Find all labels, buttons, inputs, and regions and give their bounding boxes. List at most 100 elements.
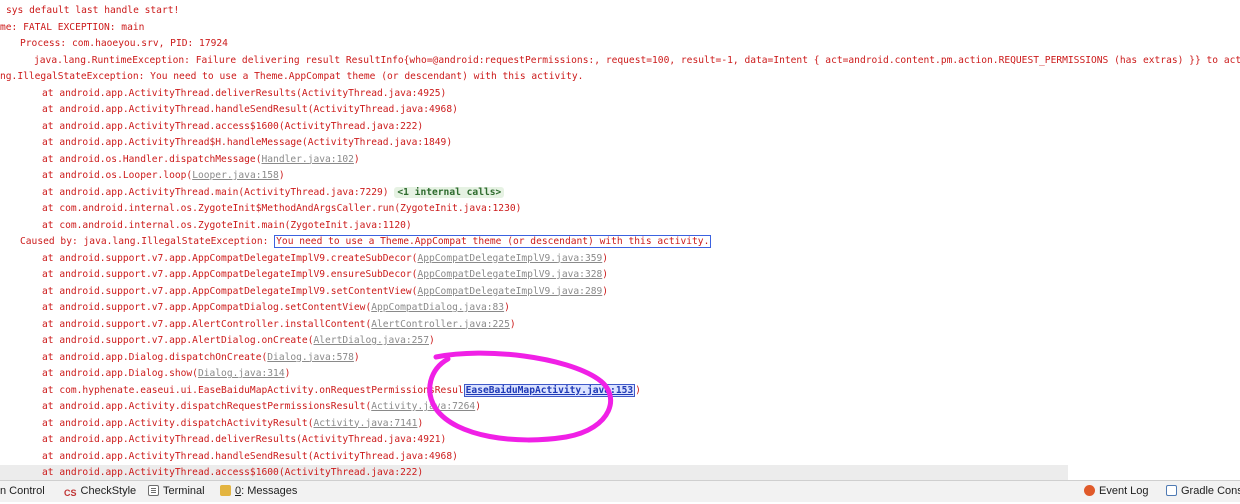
console-line: at android.app.ActivityThread.deliverRes… <box>0 86 446 102</box>
source-link[interactable]: AppCompatDelegateImplV9.java:328 <box>417 269 602 280</box>
console-line: at android.support.v7.app.AlertControlle… <box>0 317 516 333</box>
console-line: at android.app.ActivityThread.main(Activ… <box>0 185 505 201</box>
console-text: ) <box>635 384 641 396</box>
console-text: ) <box>353 153 360 165</box>
console-text: at com.hyphenate.easeui.ui.EaseBaiduMapA… <box>42 384 464 396</box>
console-text: at android.app.ActivityThread.deliverRes… <box>42 434 447 445</box>
console-text: at android.app.Dialog.dispatchOnCreate( <box>42 351 268 363</box>
tool-window-bar: n Control CS CheckStyle Terminal 0: Messa… <box>0 480 1240 502</box>
console-line: java.lang.RuntimeException: Failure deli… <box>0 53 1240 69</box>
console-line: at android.support.v7.app.AppCompatDeleg… <box>0 267 608 283</box>
console-text: Caused by: java.lang.IllegalStateExcepti… <box>20 236 275 247</box>
console-line: at android.support.v7.app.AppCompatDeleg… <box>0 251 608 267</box>
console-text: ) <box>602 252 609 264</box>
checkstyle-icon: CS <box>64 488 77 498</box>
console-line: at com.android.internal.os.ZygoteInit.ma… <box>0 218 412 234</box>
source-link[interactable]: AlertController.java:225 <box>371 319 510 330</box>
console-text: at android.support.v7.app.AppCompatDialo… <box>42 302 372 313</box>
console-text: at android.app.Activity.dispatchRequestP… <box>42 401 372 412</box>
source-link[interactable]: Activity.java:7264 <box>371 401 475 412</box>
console-line: at android.support.v7.app.AppCompatDialo… <box>0 300 510 316</box>
source-link[interactable]: Looper.java:158 <box>192 170 279 181</box>
console-text: at android.support.v7.app.AlertDialog.on… <box>42 335 314 346</box>
console-text: java.lang.RuntimeException: Failure deli… <box>34 54 1240 66</box>
tool-tab-messages[interactable]: 0: Messages <box>220 481 297 502</box>
gradle-console-icon <box>1166 485 1177 496</box>
console-text: Process: com.haoeyou.srv, PID: 17924 <box>20 38 228 49</box>
messages-icon <box>220 485 231 496</box>
console-line: at android.app.ActivityThread.deliverRes… <box>0 432 446 448</box>
run-console-output[interactable]: sys default last handle start! me: FATAL … <box>0 0 1240 480</box>
console-text: ) <box>602 269 609 280</box>
console-line: me: FATAL EXCEPTION: main <box>0 20 144 36</box>
console-text: at android.support.v7.app.AlertControlle… <box>42 318 372 330</box>
tool-tab-label: Terminal <box>163 485 205 497</box>
console-text: me: FATAL EXCEPTION: main <box>0 21 145 33</box>
console-line: at android.app.ActivityThread.handleSend… <box>0 449 458 465</box>
console-line: Process: com.haoeyou.srv, PID: 17924 <box>0 36 228 52</box>
console-line: at android.app.Dialog.dispatchOnCreate(D… <box>0 350 360 366</box>
console-line: at com.hyphenate.easeui.ui.EaseBaiduMapA… <box>0 383 641 399</box>
console-text: at android.os.Handler.dispatchMessage( <box>42 153 262 165</box>
console-text: ) <box>278 170 285 181</box>
source-link[interactable]: Dialog.java:314 <box>198 368 285 379</box>
console-text: at android.app.ActivityThread.access$160… <box>42 120 424 132</box>
source-link[interactable]: AppCompatDialog.java:83 <box>371 302 504 313</box>
source-link[interactable]: Activity.java:7141 <box>313 418 417 429</box>
console-text: at android.app.Activity.dispatchActivity… <box>42 417 314 429</box>
tool-tab-event-log[interactable]: Event Log <box>1084 481 1149 502</box>
console-text: at android.app.ActivityThread$H.handleMe… <box>42 137 453 148</box>
console-text: ) <box>475 401 481 412</box>
console-text: at android.app.ActivityThread.deliverRes… <box>42 87 447 99</box>
tool-tab-label: Event Log <box>1099 485 1149 497</box>
tool-tab-label: n Control <box>0 485 45 497</box>
console-text: at android.app.Dialog.show( <box>42 368 198 379</box>
console-line: at android.app.ActivityThread.handleSend… <box>0 102 458 118</box>
console-text: ) <box>602 285 609 297</box>
console-text: at android.app.ActivityThread.handleSend… <box>42 104 458 115</box>
tool-tab-label: Messages <box>247 485 298 497</box>
console-text: at android.app.ActivityThread.handleSend… <box>42 450 458 462</box>
console-line: at com.android.internal.os.ZygoteInit$Me… <box>0 201 521 217</box>
console-line: at android.app.ActivityThread.access$160… <box>0 465 1068 480</box>
source-link[interactable]: Handler.java:102 <box>262 154 354 165</box>
tool-tab-version-control[interactable]: n Control <box>0 481 45 502</box>
console-text: at android.app.ActivityThread.access$160… <box>42 467 424 478</box>
console-text: ) <box>417 417 424 429</box>
console-line: Caused by: java.lang.IllegalStateExcepti… <box>0 234 712 250</box>
console-text: ) <box>509 318 516 330</box>
console-text: ) <box>429 335 435 346</box>
console-line: sys default last handle start! <box>0 3 179 19</box>
console-text: at com.android.internal.os.ZygoteInit.ma… <box>42 219 412 231</box>
console-text: sys default last handle start! <box>6 5 180 16</box>
console-line: at android.app.ActivityThread$H.handleMe… <box>0 135 452 151</box>
source-link[interactable]: Dialog.java:578 <box>267 352 354 363</box>
console-text: ) <box>353 351 360 363</box>
console-line: ng.IllegalStateException: You need to us… <box>0 69 583 85</box>
console-text: at android.support.v7.app.AppCompatDeleg… <box>42 285 418 297</box>
console-text: ) <box>284 368 291 379</box>
console-line: at android.app.Dialog.show(Dialog.java:3… <box>0 366 290 382</box>
tool-tab-checkstyle[interactable]: CS CheckStyle <box>64 481 136 502</box>
tool-tab-label: CheckStyle <box>80 485 137 497</box>
console-text: ng.IllegalStateException: You need to us… <box>0 71 584 82</box>
tool-tab-gradle-console[interactable]: Gradle Conso <box>1166 481 1240 502</box>
source-link[interactable]: AppCompatDelegateImplV9.java:289 <box>417 286 602 297</box>
folded-frames-toggle[interactable]: <1 internal calls> <box>394 186 505 198</box>
console-line: at android.app.ActivityThread.access$160… <box>0 119 423 135</box>
console-line: at android.os.Looper.loop(Looper.java:15… <box>0 168 285 184</box>
source-link[interactable]: AppCompatDelegateImplV9.java:359 <box>417 253 602 264</box>
console-text: ) <box>504 302 510 313</box>
console-text: at android.support.v7.app.AppCompatDeleg… <box>42 269 418 280</box>
console-text: at android.os.Looper.loop( <box>42 170 193 181</box>
console-line: at android.app.Activity.dispatchActivity… <box>0 416 423 432</box>
terminal-icon <box>148 485 159 496</box>
source-link-selected[interactable]: EaseBaiduMapActivity.java:153 <box>463 383 636 397</box>
exception-message-selection: You need to use a Theme.AppCompat theme … <box>274 235 712 248</box>
console-text: at android.app.ActivityThread.main(Activ… <box>42 186 395 198</box>
tool-tab-label: Gradle Conso <box>1181 485 1240 497</box>
console-text: at com.android.internal.os.ZygoteInit$Me… <box>42 203 522 214</box>
tool-tab-terminal[interactable]: Terminal <box>148 481 205 502</box>
source-link[interactable]: AlertDialog.java:257 <box>313 335 429 346</box>
event-log-icon <box>1084 485 1095 496</box>
